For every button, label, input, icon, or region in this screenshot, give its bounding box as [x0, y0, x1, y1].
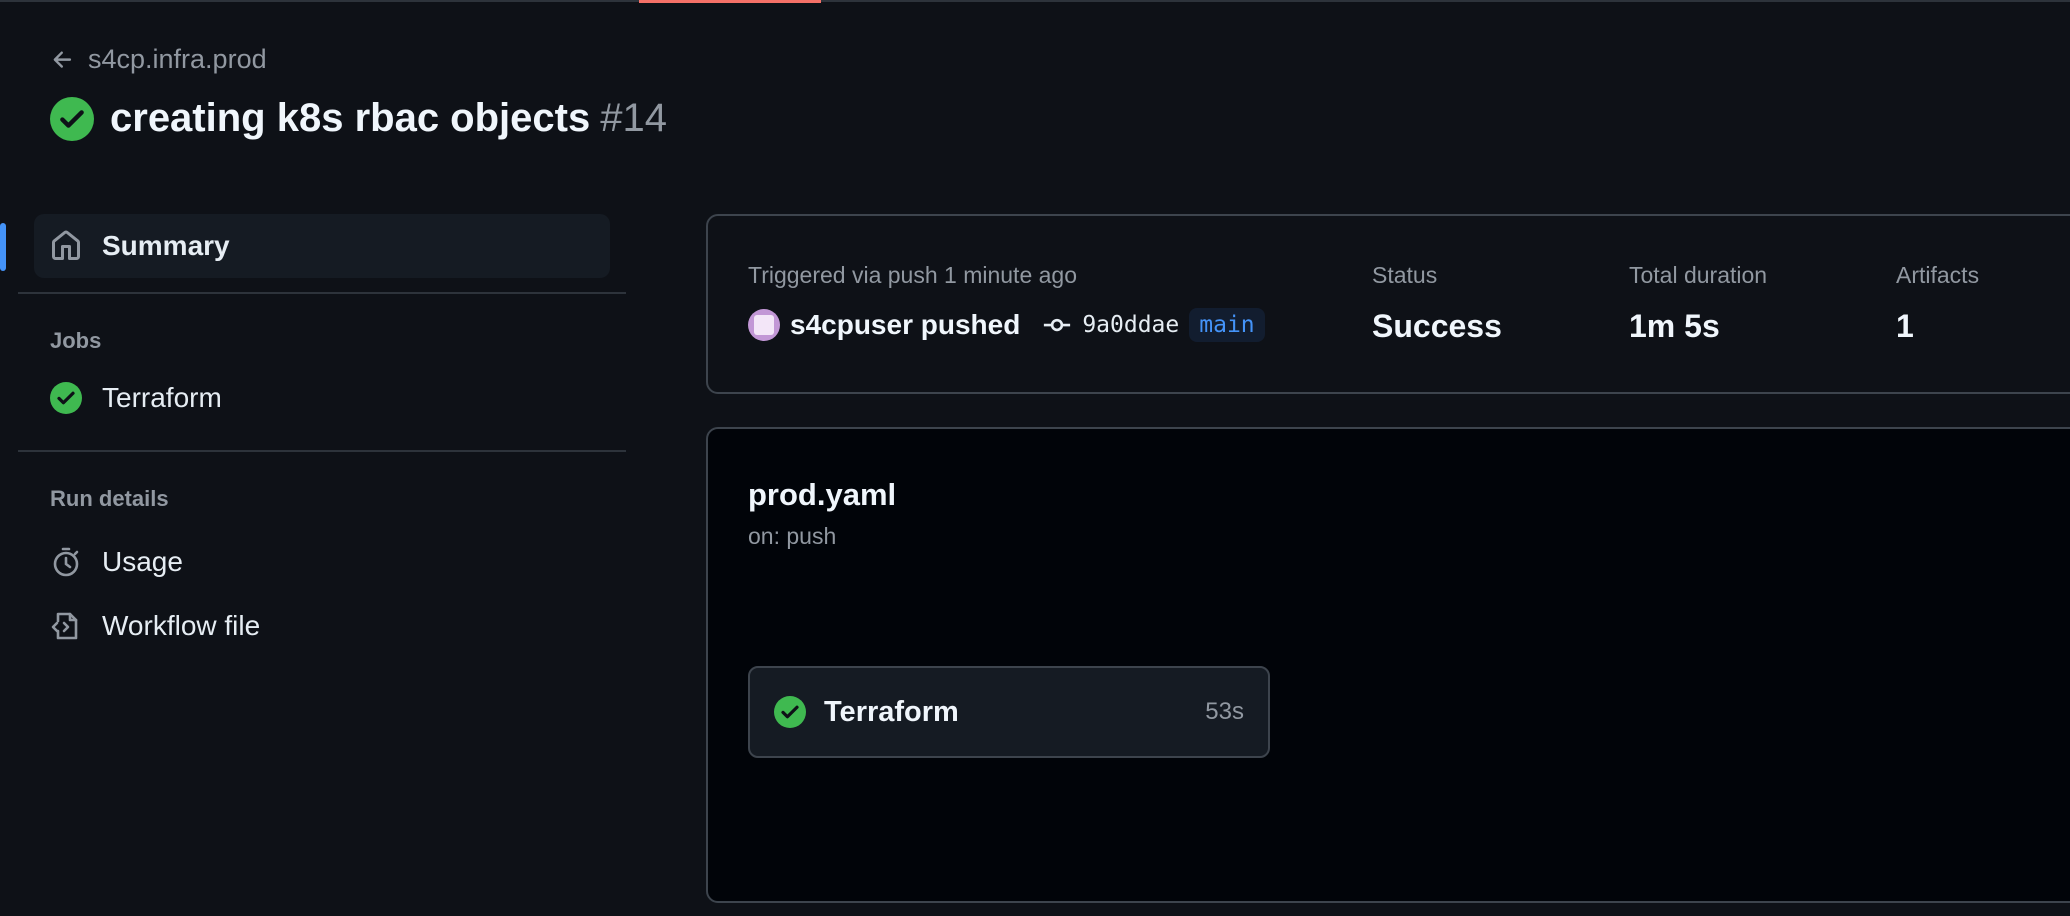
stopwatch-icon [53, 547, 79, 577]
file-code-icon [51, 612, 78, 640]
top-accent-bar [639, 0, 821, 3]
run-number: #14 [600, 96, 667, 140]
active-indicator [0, 223, 6, 271]
check-circle-fill-icon [50, 96, 94, 141]
sidebar-item-label: Workflow file [102, 610, 261, 641]
trigger-row: s4cpuser pushed 9a0ddae main [748, 308, 1265, 342]
run-summary-card: Triggered via push 1 minute ago s4cpuser… [706, 214, 2070, 394]
artifacts-value[interactable]: 1 [1896, 308, 1914, 345]
page-title-row: creating k8s rbac objects #14 [50, 96, 667, 141]
duration-label: Total duration [1629, 262, 1768, 288]
back-link-label[interactable]: s4cp.infra.prod [88, 44, 267, 75]
pusher-username[interactable]: s4cpuser pushed [790, 309, 1020, 341]
sidebar-item-usage[interactable]: Usage [18, 530, 626, 594]
sidebar-item-label: Terraform [102, 382, 222, 413]
back-link[interactable]: s4cp.infra.prod [50, 44, 267, 75]
arrow-left-icon [53, 50, 72, 68]
check-circle-fill-icon [774, 696, 806, 728]
sidebar-item-workflow-file[interactable]: Workflow file [18, 594, 626, 658]
home-icon [52, 230, 80, 260]
artifacts-label: Artifacts [1896, 262, 1980, 288]
status-label: Status [1372, 262, 1438, 288]
pusher-name[interactable]: s4cpuser [790, 309, 913, 340]
status-value: Success [1372, 308, 1502, 344]
push-action: pushed [920, 309, 1021, 340]
sidebar-item-label: Usage [102, 546, 183, 577]
job-duration: 53s [1205, 698, 1244, 725]
commit-sha-link[interactable]: 9a0ddae [1082, 312, 1179, 338]
run-details-heading: Run details [50, 486, 169, 511]
page-title: creating k8s rbac objects #14 [110, 96, 667, 141]
workflow-graph-card: prod.yaml on: push Terraform 53s [706, 427, 2070, 903]
trigger-text: Triggered via push 1 minute ago [748, 262, 1078, 288]
sidebar: Summary Jobs Terraform Run details Usage… [18, 214, 626, 658]
workflow-file-name: prod.yaml [748, 477, 897, 512]
sidebar-item-label: Summary [102, 230, 230, 261]
duration-value: 1m 5s [1629, 308, 1720, 344]
sidebar-item-terraform[interactable]: Terraform [18, 366, 626, 430]
check-circle-fill-icon [50, 382, 82, 414]
run-title: creating k8s rbac objects [110, 96, 591, 140]
workflow-trigger: on: push [748, 523, 837, 549]
job-node-terraform[interactable]: Terraform 53s [748, 666, 1270, 758]
jobs-heading: Jobs [50, 328, 102, 353]
avatar[interactable] [748, 309, 780, 341]
branch-badge[interactable]: main [1189, 308, 1265, 342]
sidebar-item-summary[interactable]: Summary [34, 214, 610, 278]
top-progress-line [0, 0, 2070, 3]
git-commit-icon [1044, 318, 1071, 332]
job-name: Terraform [824, 695, 959, 728]
